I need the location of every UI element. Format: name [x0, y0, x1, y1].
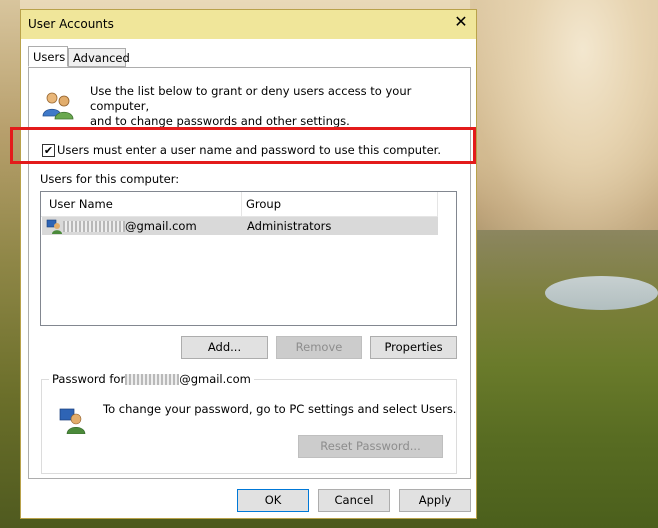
users-list-header: User Name Group [41, 192, 438, 217]
title-bar[interactable]: User Accounts ✕ [21, 10, 476, 39]
redacted-email [125, 374, 180, 385]
users-tab-panel: Use the list below to grant or deny user… [10, 67, 476, 479]
password-title-prefix: Password for [52, 372, 126, 386]
column-divider[interactable] [241, 192, 242, 216]
user-email-suffix: @gmail.com [125, 219, 197, 233]
users-list-label: Users for this computer: [40, 172, 180, 186]
window-title: User Accounts [28, 17, 114, 31]
tab-strip: Users Advanced [21, 46, 476, 68]
cancel-button[interactable]: Cancel [318, 489, 390, 512]
password-message: To change your password, go to PC settin… [103, 402, 457, 416]
user-name-cell: @gmail.com [63, 219, 197, 233]
password-groupbox: Password for @gmail.com To change your pa… [41, 372, 457, 474]
intro-line-1: Use the list below to grant or deny user… [90, 84, 412, 113]
user-accounts-dialog: User Accounts ✕ Users Advanced Use the l… [10, 9, 477, 519]
ok-button[interactable]: OK [237, 489, 309, 512]
tab-users[interactable]: Users [28, 46, 68, 67]
desktop-background-sky [470, 0, 658, 250]
desktop-background-left [0, 0, 20, 528]
password-title-suffix: @gmail.com [179, 372, 251, 386]
remove-user-button[interactable]: Remove [276, 336, 362, 359]
users-list[interactable]: User Name Group @gmail.com Administrator… [40, 191, 457, 326]
reset-password-button[interactable]: Reset Password... [298, 435, 443, 458]
intro-text: Use the list below to grant or deny user… [90, 84, 450, 129]
apply-button[interactable]: Apply [399, 489, 471, 512]
require-login-checkbox[interactable]: ✔ [42, 144, 55, 157]
close-icon[interactable]: ✕ [454, 13, 468, 31]
table-row[interactable]: @gmail.com Administrators [42, 217, 438, 235]
require-login-label[interactable]: Users must enter a user name and passwor… [57, 143, 441, 157]
properties-button[interactable]: Properties [370, 336, 457, 359]
redacted-email [63, 221, 125, 232]
user-icon [46, 219, 62, 234]
password-group-title: Password for @gmail.com [49, 372, 254, 386]
tab-advanced[interactable]: Advanced [68, 48, 130, 67]
users-icon [42, 92, 74, 120]
add-user-button[interactable]: Add... [181, 336, 268, 359]
user-key-icon [59, 408, 86, 434]
desktop-background-hills [470, 230, 658, 528]
column-group[interactable]: Group [246, 197, 281, 211]
group-cell: Administrators [247, 219, 332, 233]
desktop-background-lake [545, 276, 658, 310]
column-divider[interactable] [437, 192, 438, 216]
column-user-name[interactable]: User Name [49, 197, 113, 211]
